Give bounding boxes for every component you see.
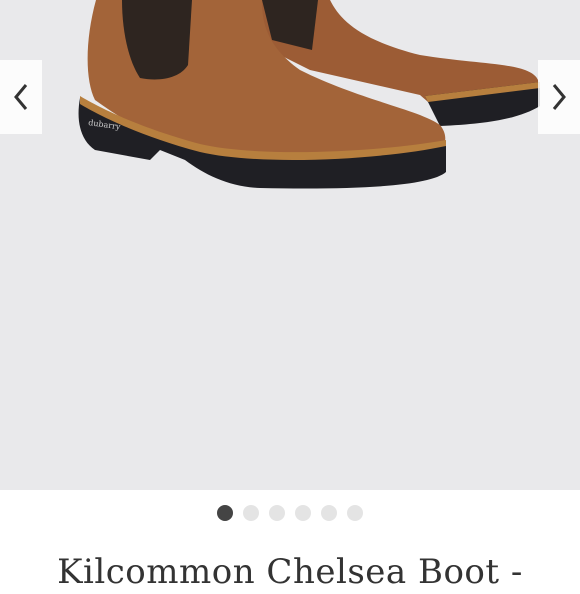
product-image-gallery[interactable]: dubarry (0, 0, 580, 490)
pagination-dot-3[interactable] (269, 505, 285, 521)
boot-front: dubarry (78, 0, 446, 189)
pagination-dot-2[interactable] (243, 505, 259, 521)
pagination-dot-1[interactable] (217, 505, 233, 521)
product-title: Kilcommon Chelsea Boot - (57, 552, 523, 592)
next-image-button[interactable] (538, 60, 580, 134)
pagination-dot-5[interactable] (321, 505, 337, 521)
product-image: dubarry (78, 0, 540, 189)
previous-image-button[interactable] (0, 60, 42, 134)
pagination-dot-6[interactable] (347, 505, 363, 521)
pagination-dot-4[interactable] (295, 505, 311, 521)
image-pagination-dots (0, 505, 580, 521)
chevron-left-icon (14, 84, 28, 110)
chevron-right-icon (552, 84, 566, 110)
